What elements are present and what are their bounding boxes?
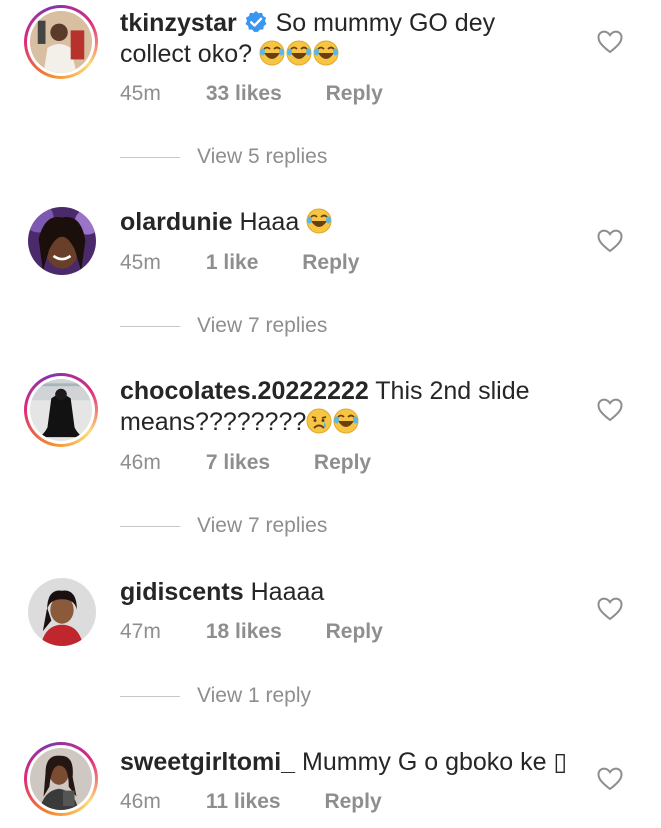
comment-meta: 46m 11 likes Reply [120, 790, 382, 814]
comment-body: Haaa [239, 208, 300, 236]
divider-line [120, 525, 180, 527]
divider-line [120, 695, 180, 697]
reply-button[interactable]: Reply [302, 251, 359, 275]
heart-outline-icon[interactable] [597, 767, 623, 791]
verified-badge-icon [245, 11, 267, 33]
comment-time: 45m [120, 251, 161, 274]
view-replies-button[interactable]: View 7 replies [120, 314, 327, 338]
likes-count[interactable]: 7 likes [206, 451, 270, 475]
avatar[interactable] [28, 578, 96, 646]
likes-count[interactable]: 1 like [206, 251, 259, 275]
reply-button[interactable]: Reply [326, 620, 383, 644]
view-replies-button[interactable]: View 1 reply [120, 684, 311, 708]
comment-meta: 45m 33 likes Reply [120, 82, 383, 106]
comment-time: 47m [120, 620, 161, 643]
avatar-image [28, 578, 96, 646]
comment-username[interactable]: gidiscents [120, 578, 244, 606]
avatar[interactable] [24, 5, 98, 79]
comment-time: 46m [120, 790, 161, 813]
heart-outline-icon[interactable] [597, 30, 623, 54]
avatar-image [30, 11, 92, 73]
laughing-emoji [313, 40, 339, 66]
avatar[interactable] [28, 207, 96, 275]
laughing-emoji [333, 408, 359, 434]
view-replies-button[interactable]: View 7 replies [120, 514, 327, 538]
likes-count[interactable]: 18 likes [206, 620, 282, 644]
comment-username[interactable]: olardunie [120, 208, 233, 236]
crying-emoji [306, 408, 332, 434]
divider-line [120, 156, 180, 158]
comment-meta: 47m 18 likes Reply [120, 620, 383, 644]
comment-meta: 46m 7 likes Reply [120, 451, 371, 475]
heart-outline-icon[interactable] [597, 398, 623, 422]
reply-button[interactable]: Reply [324, 790, 381, 814]
view-replies-label: View 5 replies [197, 145, 328, 168]
heart-outline-icon[interactable] [597, 597, 623, 621]
avatar-image [30, 748, 92, 810]
view-replies-label: View 1 reply [197, 684, 312, 707]
comment-body: Haaaa [250, 578, 325, 606]
comment-username[interactable]: tkinzystar [120, 9, 237, 37]
comment-username[interactable]: sweetgirltomi_ [120, 748, 295, 776]
comment-username[interactable]: chocolates.20222222 [120, 377, 369, 405]
comment-text: chocolates.20222222 This 2nd slide means… [120, 376, 570, 438]
laughing-emoji [286, 40, 312, 66]
avatar-image [28, 207, 96, 275]
reply-button[interactable]: Reply [314, 451, 371, 475]
heart-outline-icon[interactable] [597, 229, 623, 253]
likes-count[interactable]: 11 likes [206, 790, 281, 814]
comment-time: 46m [120, 451, 161, 474]
laughing-emoji [259, 40, 285, 66]
comment-meta: 45m 1 like Reply [120, 251, 359, 275]
avatar[interactable] [24, 742, 98, 816]
view-replies-label: View 7 replies [197, 314, 328, 337]
comment-body: Mummy G o gboko ke ▯ [302, 748, 568, 776]
avatar[interactable] [24, 373, 98, 447]
likes-count[interactable]: 33 likes [206, 82, 282, 106]
view-replies-label: View 7 replies [197, 514, 328, 537]
comment-text: gidiscents Haaaa [120, 577, 570, 608]
divider-line [120, 325, 180, 327]
reply-button[interactable]: Reply [326, 82, 383, 106]
laughing-emoji [306, 208, 332, 234]
comment-time: 45m [120, 82, 161, 105]
view-replies-button[interactable]: View 5 replies [120, 145, 327, 169]
comment-text: olardunie Haaa [120, 207, 570, 238]
comment-text: tkinzystar So mummy GO dey collect oko? [120, 8, 570, 70]
comment-text: sweetgirltomi_ Mummy G o gboko ke ▯ [120, 747, 570, 778]
avatar-image [30, 379, 92, 441]
